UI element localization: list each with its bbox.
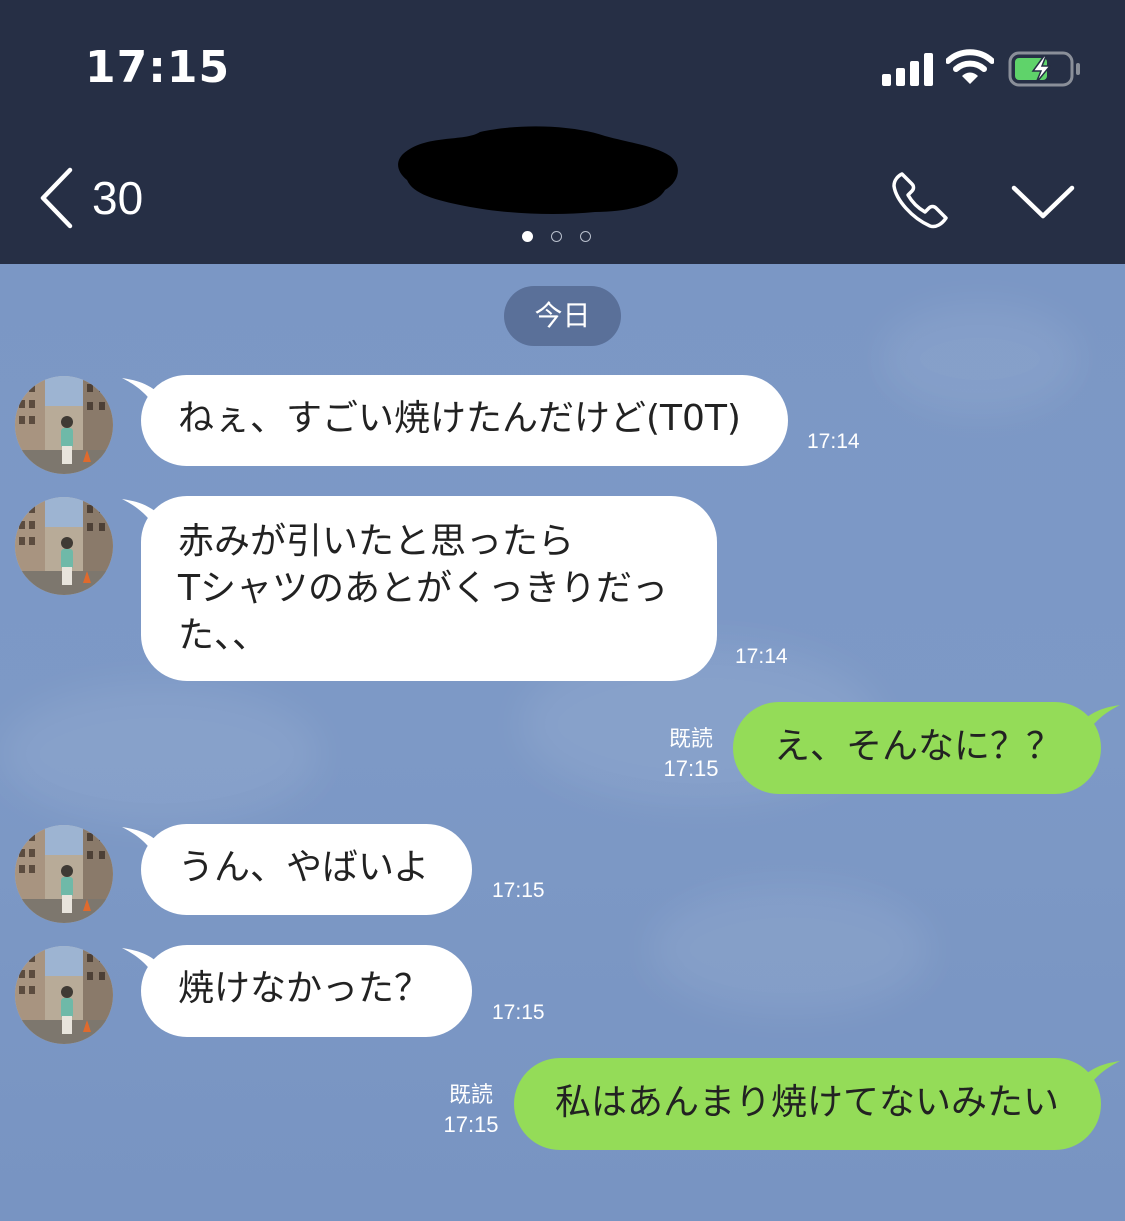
battery-icon — [1008, 51, 1080, 87]
chat-area[interactable]: 今日 ねぇ、すごい焼けたんだけど(T0T) 17:14 赤みが引いたと思ったら … — [0, 264, 1125, 1221]
message-time: 17:15 — [663, 756, 719, 781]
read-label: 既読 — [448, 1082, 493, 1107]
message-read-status: 既読 17:15 — [436, 1080, 506, 1140]
unread-count: 30 — [92, 172, 144, 224]
background-cloud — [0, 684, 320, 824]
avatar[interactable] — [15, 825, 113, 923]
message-bubble[interactable]: 焼けなかった？ — [141, 945, 472, 1037]
avatar[interactable] — [15, 497, 113, 595]
page-dot — [522, 231, 533, 242]
message-time: 17:14 — [735, 645, 788, 668]
status-time: 17:15 — [85, 42, 231, 93]
message-bubble[interactable]: え、そんなに？？ — [733, 702, 1101, 794]
page-dot — [551, 231, 562, 242]
back-chevron-icon — [40, 167, 73, 229]
redacted-chat-title — [398, 126, 678, 214]
avatar[interactable] — [15, 946, 113, 1044]
message-bubble[interactable]: ねぇ、すごい焼けたんだけど(T0T) — [141, 375, 788, 466]
page-indicator — [522, 231, 591, 242]
message-time: 17:15 — [492, 1001, 545, 1024]
chat-header: 17:15 30 — [0, 0, 1125, 264]
background-cloud — [880, 304, 1080, 414]
back-button[interactable]: 30 — [38, 165, 143, 231]
message-time: 17:15 — [492, 879, 545, 902]
background-cloud — [650, 884, 930, 1014]
signal-icon — [882, 52, 934, 86]
message-bubble[interactable]: 私はあんまり焼けてないみたい — [514, 1058, 1101, 1150]
phone-icon[interactable] — [888, 168, 952, 232]
message-bubble[interactable]: うん、やばいよ — [141, 824, 472, 915]
date-divider: 今日 — [504, 286, 621, 346]
page-dot — [580, 231, 591, 242]
message-time: 17:15 — [443, 1112, 499, 1137]
bubble-tail — [1082, 705, 1120, 741]
wifi-icon — [946, 49, 994, 84]
message-time: 17:14 — [807, 430, 860, 453]
read-label: 既読 — [668, 726, 713, 751]
avatar[interactable] — [15, 376, 113, 474]
bubble-tail — [1082, 1061, 1120, 1097]
chevron-down-icon[interactable] — [1010, 178, 1076, 224]
message-bubble[interactable]: 赤みが引いたと思ったら Tシャツのあとがくっきりだっ た、、 — [141, 496, 717, 681]
message-read-status: 既読 17:15 — [656, 724, 726, 784]
